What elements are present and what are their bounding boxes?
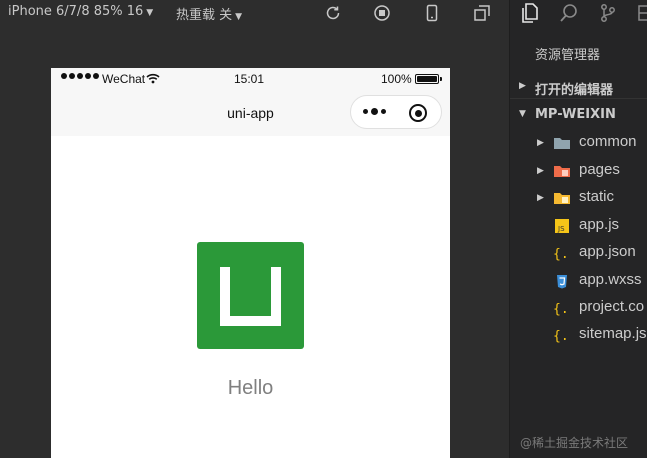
tree-item-label: pages — [579, 161, 620, 178]
carrier-name: WeChat — [102, 72, 146, 86]
tree-item-label: app.js — [579, 216, 620, 233]
folder-icon — [553, 134, 571, 152]
activity-bar — [510, 0, 647, 26]
chevron-down-icon: ▼ — [519, 109, 526, 119]
chevron-right-icon: ▶ — [537, 165, 544, 175]
svg-text:{..}: {..} — [553, 247, 571, 261]
device-selector[interactable]: iPhone 6/7/8 85% 16 ▼ — [8, 4, 153, 19]
ide-window: iPhone 6/7/8 85% 16 ▼ 热重载 关 ▼ WeChat 15:… — [0, 0, 647, 458]
source-control-icon[interactable] — [597, 2, 619, 24]
detach-window-icon[interactable] — [472, 3, 492, 23]
status-bar: WeChat 15:01 100% — [51, 68, 450, 90]
chevron-right-icon: ▶ — [519, 81, 526, 91]
tree-item-sitemap[interactable]: {..} sitemap.js — [510, 322, 647, 348]
explorer-title: 资源管理器 — [535, 48, 601, 63]
json-file-icon: {..} — [553, 326, 571, 344]
capsule-menu — [350, 95, 442, 129]
tree-item-pages[interactable]: ▶ pages — [510, 158, 647, 184]
json-file-icon: {..} — [553, 299, 571, 317]
json-file-icon: {..} — [553, 244, 571, 262]
pages-folder-icon — [553, 162, 571, 180]
signal-icon — [61, 73, 99, 79]
chevron-right-icon: ▶ — [537, 192, 544, 202]
tree-item-label: static — [579, 188, 615, 205]
battery-icon — [415, 74, 439, 84]
svg-text:{..}: {..} — [553, 329, 571, 343]
css-file-icon — [553, 272, 571, 290]
chevron-down-icon: ▼ — [146, 8, 154, 18]
refresh-icon[interactable] — [323, 3, 343, 23]
watermark-text: @稀土掘金技术社区 — [520, 436, 629, 450]
phone-icon[interactable] — [422, 3, 442, 23]
more-icon[interactable] — [363, 108, 386, 115]
tree-item-app-wxss[interactable]: app.wxss — [510, 268, 647, 294]
search-icon[interactable] — [558, 2, 580, 24]
tree-item-common[interactable]: ▶ common — [510, 130, 647, 156]
open-editors-section[interactable]: ▶ 打开的编辑器 — [510, 77, 647, 99]
explorer-panel: 资源管理器 ▶ 打开的编辑器 ▼ MP-WEIXIN ▶ common ▶ pa… — [509, 0, 647, 458]
open-editors-label: 打开的编辑器 — [535, 83, 614, 98]
chevron-down-icon: ▼ — [235, 12, 243, 22]
hello-text: Hello — [227, 377, 274, 399]
simulator-toolbar: iPhone 6/7/8 85% 16 ▼ 热重载 关 ▼ — [0, 0, 508, 26]
tree-item-app-json[interactable]: {..} app.json — [510, 240, 647, 266]
wifi-icon — [146, 73, 160, 87]
phone-screen: WeChat 15:01 100% uni-app Hello — [51, 68, 450, 458]
tree-item-label: project.co — [579, 298, 645, 315]
battery-percent: 100% — [381, 72, 412, 86]
svg-text:JS: JS — [557, 225, 565, 233]
navigation-bar: uni-app — [51, 90, 450, 136]
js-file-icon: JS — [553, 217, 571, 235]
close-miniprogram-icon[interactable] — [409, 104, 427, 122]
files-icon[interactable] — [519, 2, 541, 24]
simulator-panel: iPhone 6/7/8 85% 16 ▼ 热重载 关 ▼ WeChat 15:… — [0, 0, 508, 458]
hot-reload-toggle[interactable]: 热重载 关 ▼ — [176, 4, 242, 23]
logo-u-shape — [220, 267, 281, 326]
uni-app-logo — [197, 242, 304, 349]
tree-item-project-config[interactable]: {..} project.co — [510, 295, 647, 321]
status-time: 15:01 — [234, 72, 265, 86]
tree-item-label: sitemap.js — [579, 325, 647, 342]
project-label: MP-WEIXIN — [535, 107, 616, 122]
stop-icon[interactable] — [372, 3, 392, 23]
tree-item-static[interactable]: ▶ static — [510, 185, 647, 211]
chevron-right-icon: ▶ — [537, 137, 544, 147]
battery-tip — [440, 77, 442, 81]
svg-text:{..}: {..} — [553, 302, 571, 316]
extensions-icon[interactable] — [634, 2, 647, 24]
project-section[interactable]: ▼ MP-WEIXIN — [510, 105, 647, 127]
tree-item-label: app.json — [579, 243, 636, 260]
tree-item-label: common — [579, 133, 637, 150]
tree-item-label: app.wxss — [579, 271, 642, 288]
device-selector-label: iPhone 6/7/8 85% 16 — [8, 4, 144, 19]
tree-item-app-js[interactable]: JS app.js — [510, 213, 647, 239]
hot-reload-label: 热重载 关 — [176, 8, 233, 23]
static-folder-icon — [553, 189, 571, 207]
